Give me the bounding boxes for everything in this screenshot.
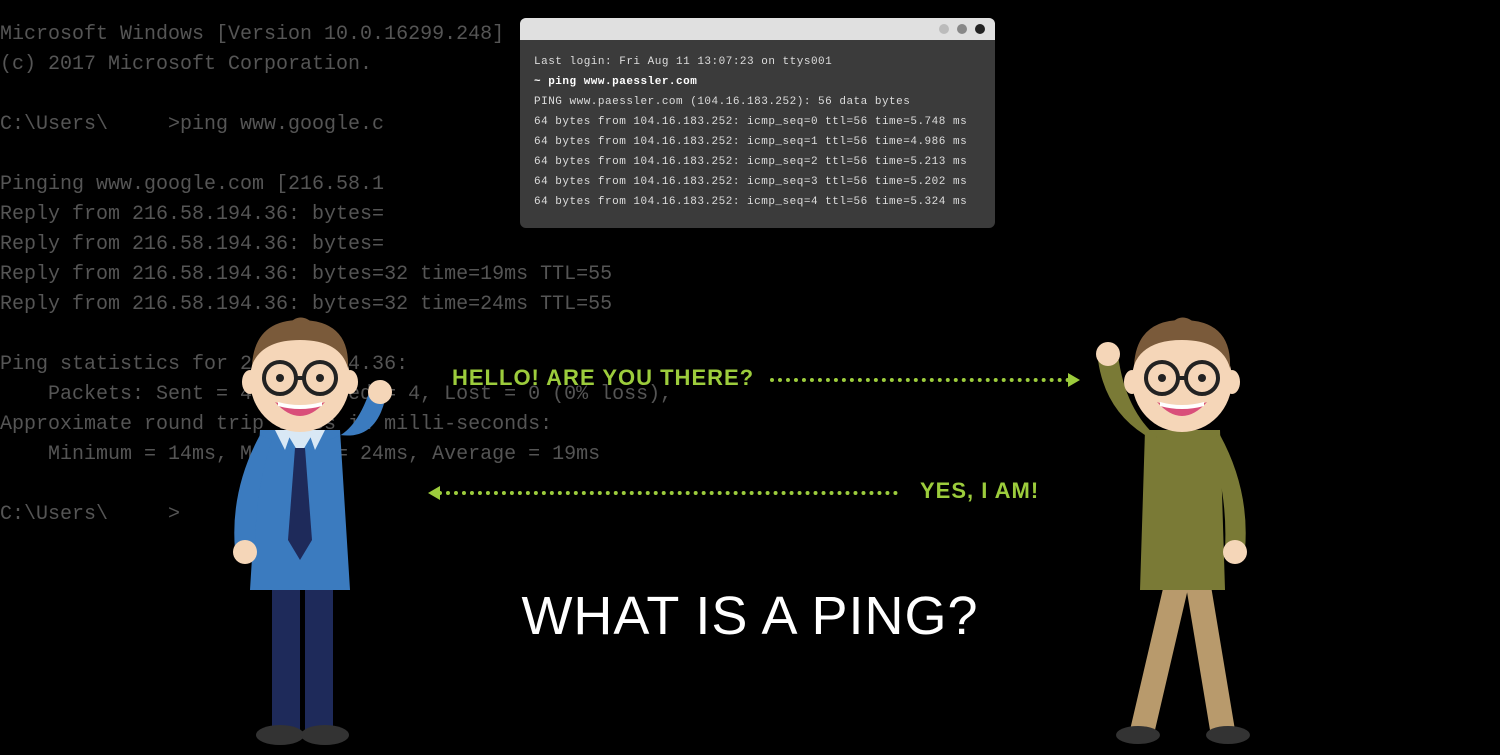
terminal-prompt-line: ~ ping www.paessler.com [534, 72, 981, 92]
client-person-icon [200, 290, 400, 755]
window-maximize-icon [957, 24, 967, 34]
terminal-reply-line: 64 bytes from 104.16.183.252: icmp_seq=3… [534, 172, 981, 192]
mac-terminal-body: Last login: Fri Aug 11 13:07:23 on ttys0… [520, 40, 995, 228]
terminal-ping-header: PING www.paessler.com (104.16.183.252): … [534, 92, 981, 112]
terminal-reply-line: 64 bytes from 104.16.183.252: icmp_seq=4… [534, 192, 981, 212]
terminal-login-line: Last login: Fri Aug 11 13:07:23 on ttys0… [534, 52, 981, 72]
window-close-icon [975, 24, 985, 34]
response-arrow-icon [438, 491, 898, 495]
terminal-reply-line: 64 bytes from 104.16.183.252: icmp_seq=0… [534, 112, 981, 132]
window-minimize-icon [939, 24, 949, 34]
server-person-icon [1080, 290, 1280, 755]
request-arrow-icon [770, 378, 1070, 382]
mac-titlebar [520, 18, 995, 40]
terminal-reply-line: 64 bytes from 104.16.183.252: icmp_seq=2… [534, 152, 981, 172]
speech-answer: YES, I AM! [920, 478, 1039, 504]
speech-question: HELLO! ARE YOU THERE? [452, 365, 754, 391]
terminal-reply-line: 64 bytes from 104.16.183.252: icmp_seq=1… [534, 132, 981, 152]
mac-terminal-window: Last login: Fri Aug 11 13:07:23 on ttys0… [520, 18, 995, 228]
